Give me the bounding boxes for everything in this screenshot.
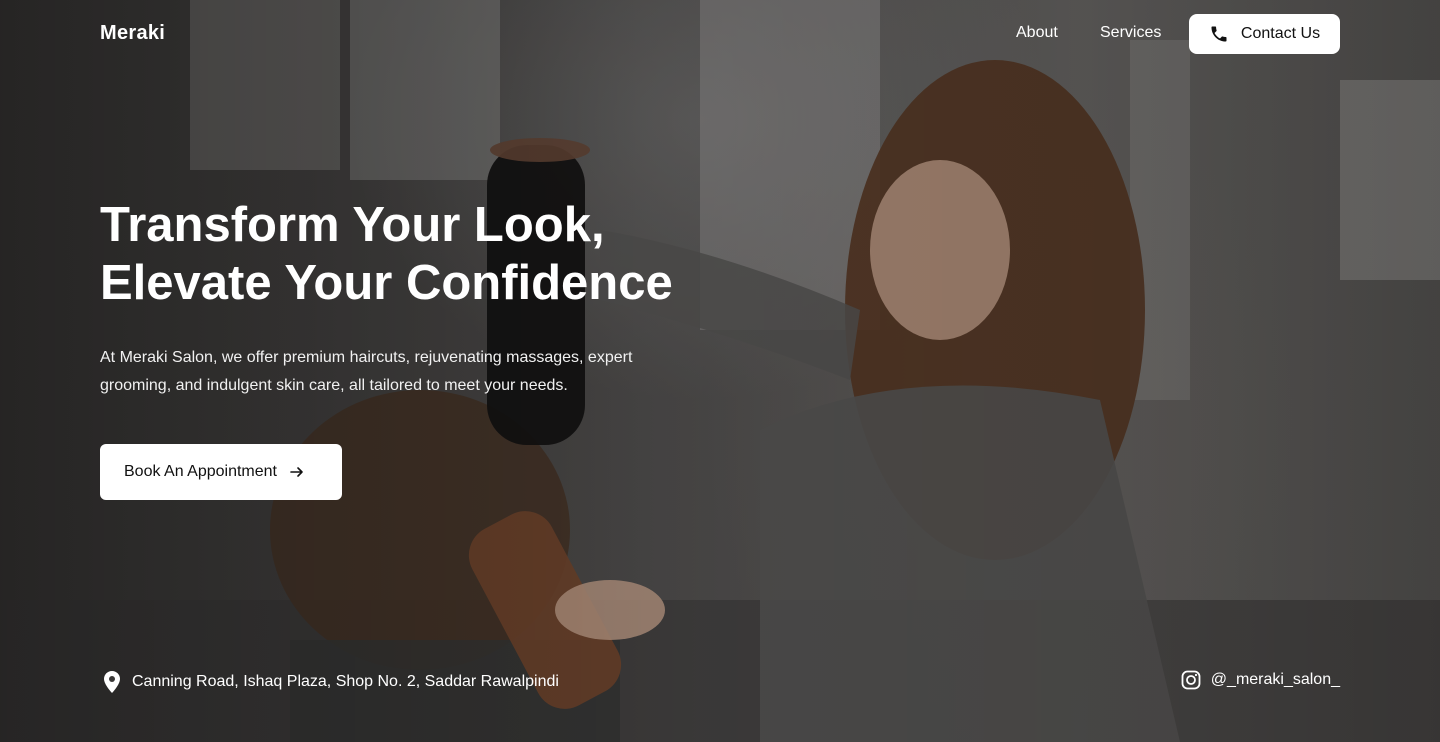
instagram-handle: @_meraki_salon_ [1210,671,1340,688]
instagram-link[interactable]: @_meraki_salon_ [1181,670,1340,690]
nav-link-about[interactable]: About [1016,24,1058,42]
salon-address: Canning Road, Ishaq Plaza, Shop No. 2, S… [102,670,559,694]
phone-icon [1211,26,1227,42]
book-appointment-label: Book An Appointment [124,463,277,480]
book-appointment-button[interactable]: Book An Appointment [100,444,342,500]
hero-headline: Transform Your Look, Elevate Your Confid… [100,196,800,312]
hero-description: At Meraki Salon, we offer premium haircu… [100,349,633,394]
brand-logo[interactable]: Meraki [100,22,165,45]
arrow-right-icon [290,467,303,477]
contact-us-label: Contact Us [1240,25,1321,42]
hero-headline-line-1: Transform Your Look, [100,198,605,252]
contact-us-button[interactable]: Contact Us [1189,14,1340,54]
hero-headline-line-2: Elevate Your Confidence [100,256,673,310]
top-navigation: Meraki About Services Contact Us [0,0,1440,68]
hero-section: Meraki About Services Contact Us Transfo… [0,0,1440,742]
nav-link-services[interactable]: Services [1100,24,1161,42]
location-pin-icon [104,671,120,693]
instagram-icon [1181,670,1201,690]
address-text: Canning Road, Ishaq Plaza, Shop No. 2, S… [132,673,559,690]
